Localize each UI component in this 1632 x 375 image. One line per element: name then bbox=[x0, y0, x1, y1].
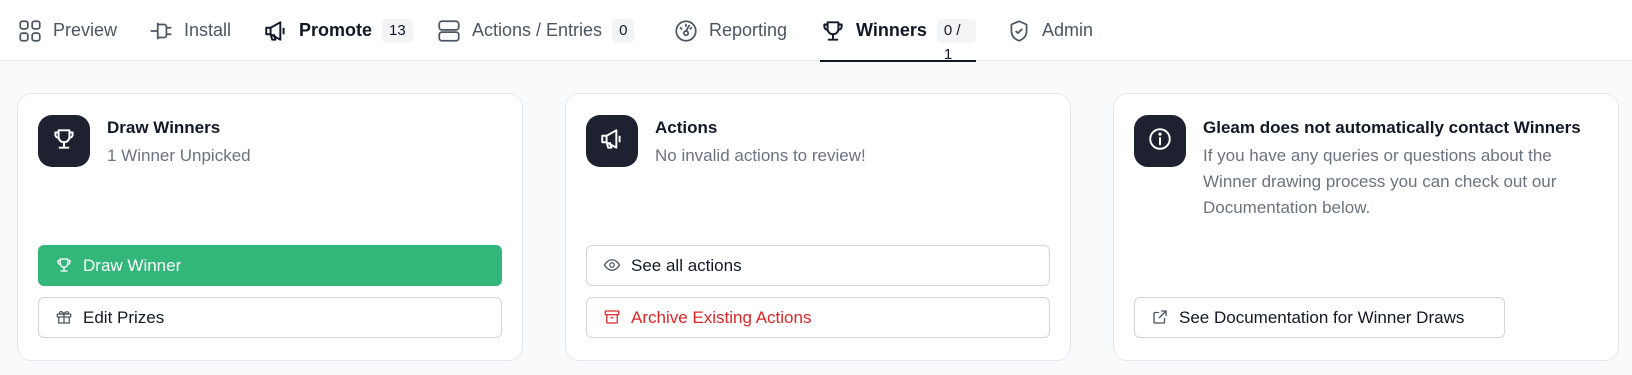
button-label: See Documentation for Winner Draws bbox=[1179, 307, 1465, 327]
button-label: See all actions bbox=[631, 255, 742, 275]
gauge-icon bbox=[673, 18, 699, 44]
tab-count-badge: 13 bbox=[382, 18, 413, 43]
card-title: Draw Winners bbox=[107, 118, 221, 137]
shield-check-icon bbox=[1006, 18, 1032, 44]
tab-label: Install bbox=[184, 20, 232, 40]
see-documentation-button[interactable]: See Documentation for Winner Draws bbox=[1134, 297, 1505, 338]
archive-icon bbox=[603, 308, 623, 328]
archive-existing-actions-button[interactable]: Archive Existing Actions bbox=[586, 297, 1050, 338]
card-description: If you have any queries or questions abo… bbox=[1203, 146, 1557, 217]
tab-reporting[interactable]: Reporting bbox=[673, 0, 787, 61]
card-title: Gleam does not automatically contact Win… bbox=[1203, 118, 1581, 137]
card-icon-tile bbox=[38, 115, 90, 167]
gift-icon bbox=[55, 308, 75, 328]
card-description: No invalid actions to review! bbox=[655, 146, 866, 165]
button-label: Archive Existing Actions bbox=[631, 307, 812, 327]
tab-label: Preview bbox=[53, 20, 118, 40]
megaphone-icon bbox=[263, 18, 289, 44]
tab-winners[interactable]: Winners 0 / 1 bbox=[820, 0, 976, 63]
draw-winners-card: Draw Winners 1 Winner Unpicked Draw Winn… bbox=[17, 93, 523, 361]
trophy-icon bbox=[820, 18, 846, 44]
plug-icon bbox=[148, 18, 174, 44]
actions-card: Actions No invalid actions to review! Se… bbox=[565, 93, 1071, 361]
card-title: Actions bbox=[655, 118, 718, 137]
see-all-actions-button[interactable]: See all actions bbox=[586, 245, 1050, 286]
megaphone-icon bbox=[599, 126, 625, 157]
tab-label: Winners bbox=[856, 20, 927, 40]
button-label: Edit Prizes bbox=[83, 307, 165, 327]
tab-install[interactable]: Install bbox=[148, 0, 231, 61]
tab-promote[interactable]: Promote 13 bbox=[263, 0, 413, 61]
tab-admin[interactable]: Admin bbox=[1006, 0, 1093, 61]
tab-label: Reporting bbox=[709, 20, 788, 40]
trophy-icon bbox=[55, 256, 75, 276]
tab-preview[interactable]: Preview bbox=[17, 0, 117, 61]
info-icon bbox=[1147, 126, 1173, 157]
tab-actions-entries[interactable]: Actions / Entries 0 bbox=[436, 0, 635, 61]
grid-icon bbox=[17, 18, 43, 44]
server-icon bbox=[436, 18, 462, 44]
trophy-icon bbox=[51, 126, 77, 157]
top-navigation: Preview Install Promote 13 Actions / Ent… bbox=[0, 0, 1632, 63]
tab-count-badge: 0 / 1 bbox=[936, 18, 976, 63]
card-description: 1 Winner Unpicked bbox=[107, 146, 251, 165]
tab-label: Promote bbox=[299, 20, 373, 40]
external-link-icon bbox=[1151, 308, 1171, 328]
card-icon-tile bbox=[586, 115, 638, 167]
button-label: Draw Winner bbox=[83, 255, 182, 275]
edit-prizes-button[interactable]: Edit Prizes bbox=[38, 297, 502, 338]
card-icon-tile bbox=[1134, 115, 1186, 167]
tab-count-badge: 0 bbox=[612, 18, 635, 43]
winner-contact-info-card: Gleam does not automatically contact Win… bbox=[1113, 93, 1619, 361]
draw-winner-button[interactable]: Draw Winner bbox=[38, 245, 502, 286]
eye-icon bbox=[603, 256, 623, 276]
tab-label: Actions / Entries bbox=[472, 20, 603, 40]
tab-label: Admin bbox=[1042, 20, 1094, 40]
